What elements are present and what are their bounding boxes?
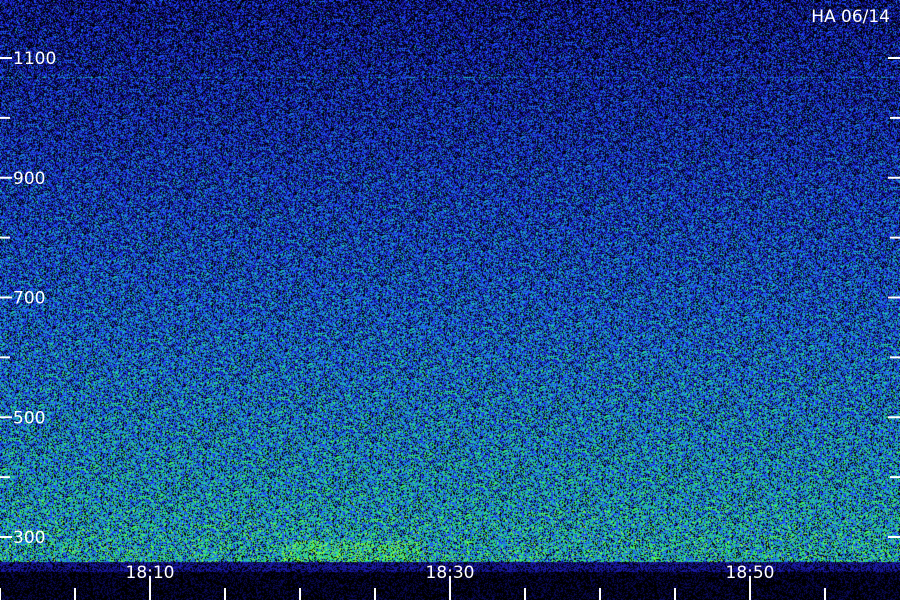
y-tick-label: 300 xyxy=(13,528,45,548)
x-tick-label: 18:10 xyxy=(126,563,175,583)
x-tick-label: 18:50 xyxy=(726,563,775,583)
x-axis: 18:10 18:30 18:50 xyxy=(0,563,826,600)
y-axis: 1100 900 700 500 300 xyxy=(0,49,900,548)
y-tick-label: 500 xyxy=(13,408,45,428)
y-tick-label: 700 xyxy=(13,289,45,309)
station-date-label: HA 06/14 xyxy=(811,7,890,27)
x-tick-label: 18:30 xyxy=(426,563,475,583)
y-tick-label: 1100 xyxy=(13,49,56,69)
chart-overlay: HA 06/14 1100 900 700 500 300 18:10 18:30 18:5… xyxy=(0,7,900,600)
y-tick-label: 900 xyxy=(13,169,45,189)
